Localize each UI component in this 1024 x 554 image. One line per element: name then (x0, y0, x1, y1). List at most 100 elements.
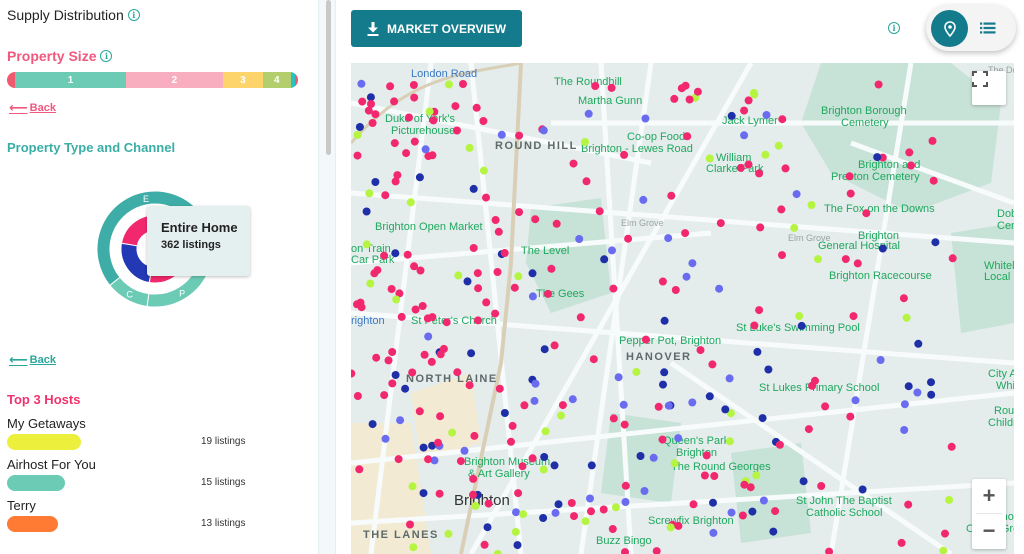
listing-marker[interactable] (557, 411, 565, 420)
listing-marker[interactable] (491, 216, 500, 224)
listing-marker[interactable] (658, 435, 667, 444)
listing-marker[interactable] (744, 160, 753, 169)
host-item[interactable]: My Getaways 19 listings (7, 416, 307, 450)
listing-marker[interactable] (514, 272, 523, 281)
listing-marker[interactable] (900, 400, 909, 409)
listing-marker[interactable] (581, 517, 590, 526)
listing-marker[interactable] (474, 316, 482, 325)
listing-marker[interactable] (568, 395, 577, 404)
listing-marker[interactable] (846, 189, 855, 198)
listing-marker[interactable] (424, 332, 433, 341)
listing-marker[interactable] (371, 178, 380, 186)
listing-marker[interactable] (444, 529, 453, 538)
listing-marker[interactable] (817, 482, 826, 490)
listing-marker[interactable] (753, 347, 762, 356)
zoom-in-button[interactable]: + (972, 479, 1006, 513)
listing-marker[interactable] (530, 396, 539, 405)
listing-marker[interactable] (500, 249, 509, 257)
listing-marker[interactable] (362, 240, 371, 249)
listing-marker[interactable] (380, 391, 389, 400)
listing-marker[interactable] (420, 350, 429, 359)
listing-marker[interactable] (873, 153, 882, 162)
listing-marker[interactable] (587, 507, 595, 516)
listing-marker[interactable] (493, 550, 502, 554)
property-size-back-link[interactable]: ⟵ Back (9, 100, 56, 116)
listing-marker[interactable] (740, 480, 749, 489)
listing-marker[interactable] (609, 414, 618, 423)
listing-marker[interactable] (411, 305, 420, 314)
listing-marker[interactable] (769, 527, 778, 536)
listing-marker[interactable] (358, 97, 367, 106)
listing-marker[interactable] (904, 382, 913, 391)
listing-marker[interactable] (576, 313, 585, 322)
listing-marker[interactable] (401, 384, 410, 393)
listing-marker[interactable] (851, 396, 860, 405)
listing-marker[interactable] (480, 540, 489, 549)
listing-marker[interactable] (825, 547, 834, 554)
size-segment[interactable]: 1 (15, 72, 126, 88)
listing-marker[interactable] (463, 277, 472, 286)
listing-marker[interactable] (600, 255, 609, 264)
listing-marker[interactable] (670, 94, 679, 103)
listing-marker[interactable] (421, 145, 430, 154)
listing-marker[interactable] (388, 348, 397, 356)
listing-marker[interactable] (390, 97, 399, 106)
listing-marker[interactable] (483, 523, 492, 532)
listing-marker[interactable] (649, 453, 658, 462)
listing-marker[interactable] (774, 141, 783, 150)
listing-marker[interactable] (636, 452, 645, 460)
listing-marker[interactable] (664, 401, 673, 410)
listing-marker[interactable] (353, 392, 362, 400)
listing-marker[interactable] (904, 500, 913, 509)
listing-marker[interactable] (500, 409, 509, 417)
listing-marker[interactable] (744, 96, 753, 105)
listing-marker[interactable] (849, 312, 858, 321)
listing-marker[interactable] (424, 455, 433, 464)
listing-marker[interactable] (397, 312, 406, 321)
listing-marker[interactable] (750, 321, 759, 330)
listing-marker[interactable] (790, 223, 799, 232)
listing-marker[interactable] (368, 119, 377, 127)
listing-marker[interactable] (913, 388, 922, 397)
listing-marker[interactable] (550, 341, 559, 350)
listing-marker[interactable] (520, 401, 529, 410)
listing-marker[interactable] (807, 201, 816, 209)
listing-marker[interactable] (874, 80, 883, 89)
listing-marker[interactable] (558, 401, 567, 410)
listing-marker[interactable] (539, 514, 548, 522)
listing-marker[interactable] (941, 529, 949, 538)
listing-marker[interactable] (700, 471, 709, 480)
listing-marker[interactable] (778, 115, 787, 124)
size-segment[interactable] (7, 72, 16, 88)
listing-marker[interactable] (685, 95, 694, 104)
property-size-bar[interactable]: 1234 (7, 72, 298, 88)
listing-marker[interactable] (667, 191, 676, 200)
listing-marker[interactable] (541, 427, 550, 436)
size-segment[interactable]: 3 (223, 72, 263, 88)
listing-marker[interactable] (748, 507, 757, 516)
listing-marker[interactable] (841, 255, 850, 264)
listing-marker[interactable] (878, 244, 887, 253)
listing-marker[interactable] (709, 498, 717, 507)
listing-marker[interactable] (945, 495, 954, 504)
listing-marker[interactable] (355, 465, 364, 474)
listing-marker[interactable] (845, 172, 854, 181)
listing-marker[interactable] (366, 279, 375, 288)
listing-marker[interactable] (797, 321, 806, 330)
listing-marker[interactable] (381, 191, 390, 200)
listing-marker[interactable] (781, 164, 790, 173)
listing-marker[interactable] (682, 272, 691, 281)
size-segment[interactable]: 4 (262, 72, 291, 88)
listing-marker[interactable] (444, 80, 453, 89)
listing-marker[interactable] (621, 498, 630, 506)
listing-marker[interactable] (715, 284, 724, 293)
listing-marker[interactable] (419, 443, 428, 452)
listing-marker[interactable] (755, 169, 764, 178)
listing-marker[interactable] (750, 90, 759, 99)
listing-marker[interactable] (491, 309, 500, 318)
listing-marker[interactable] (415, 173, 424, 182)
listing-marker[interactable] (853, 259, 862, 268)
listing-marker[interactable] (484, 499, 493, 508)
listing-marker[interactable] (624, 234, 633, 243)
listing-marker[interactable] (761, 150, 770, 159)
